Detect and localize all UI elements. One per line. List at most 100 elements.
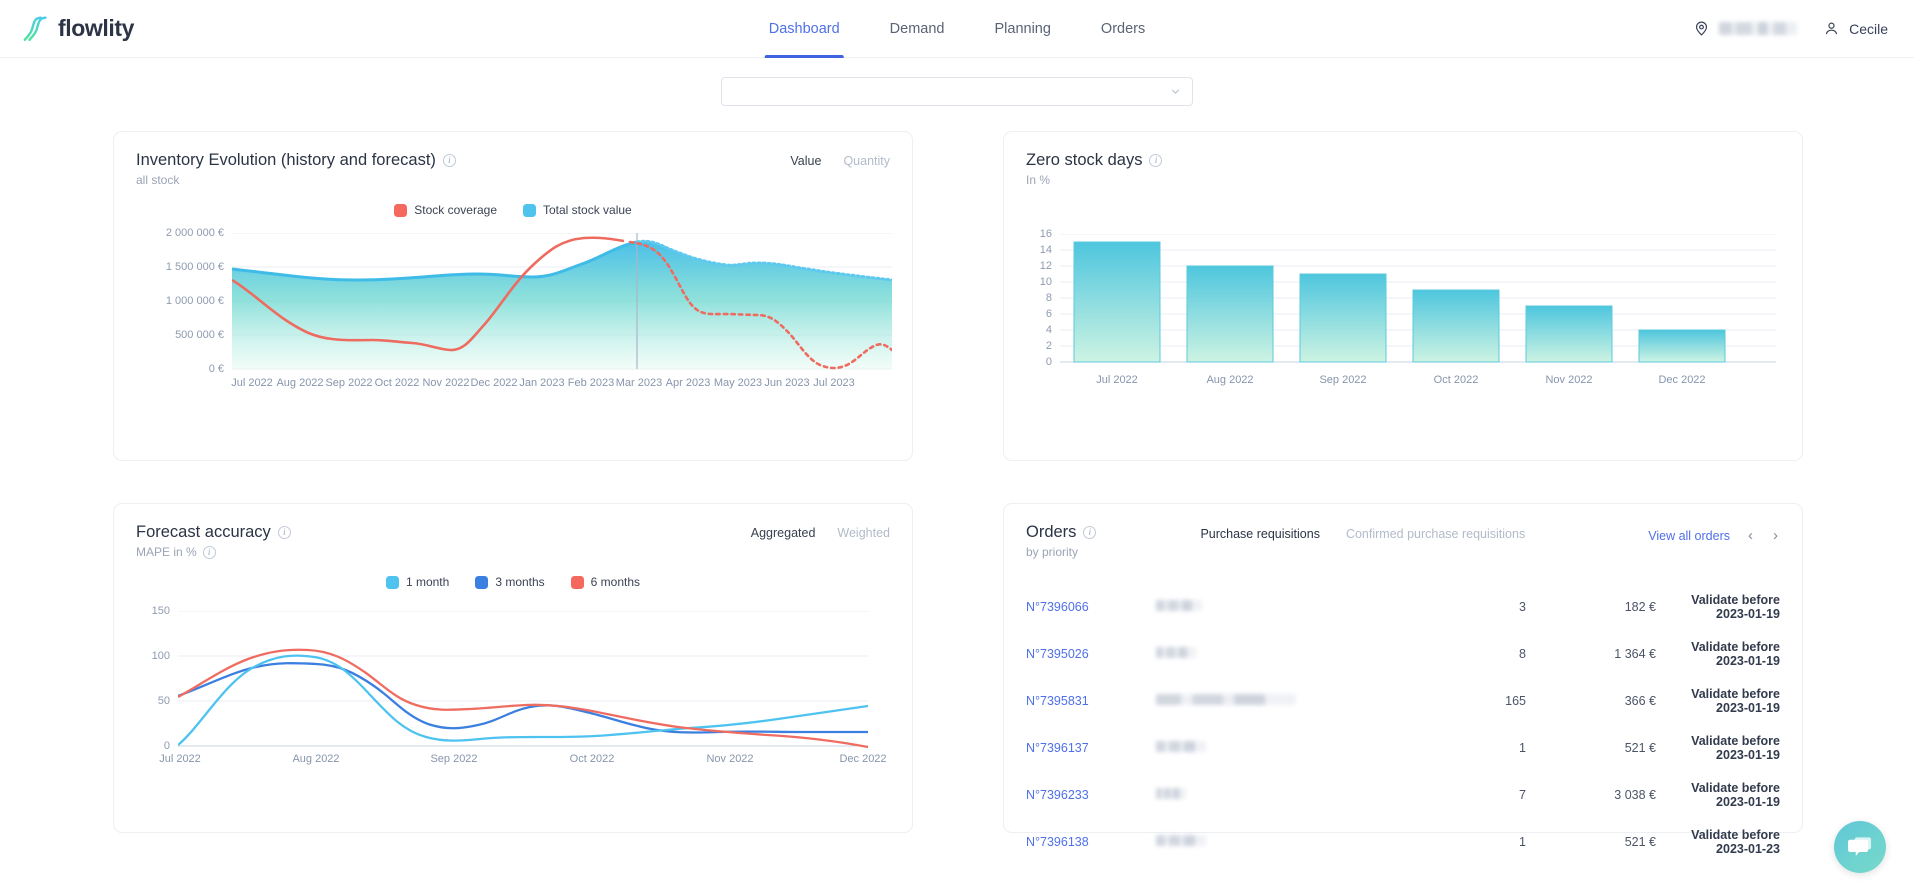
y-tick-label: 500 000 €: [175, 329, 224, 341]
order-name: [1156, 724, 1406, 771]
x-tick-label: Oct 2022: [374, 377, 420, 389]
order-amount: 521 €: [1624, 740, 1656, 755]
y-tick-label: 0: [163, 740, 170, 752]
order-amount: 1 364 €: [1614, 646, 1656, 661]
filter-bar: [0, 58, 1914, 106]
location-label: [1719, 22, 1798, 35]
aggregated-weighted-toggle: Aggregated Weighted: [751, 523, 890, 540]
forecast-legend: 1 month 3 months 6 months: [136, 575, 890, 589]
tab-quantity[interactable]: Quantity: [843, 154, 890, 168]
table-row[interactable]: N°7396233 7 3 038 € Validate before 2023…: [1026, 771, 1780, 818]
inventory-plot: [232, 233, 892, 370]
order-qty: 3: [1519, 599, 1526, 614]
table-row[interactable]: N°7396066 3 182 € Validate before 2023-0…: [1026, 583, 1780, 630]
chevron-left-icon[interactable]: ‹: [1746, 527, 1755, 544]
legend-item-total-stock-value[interactable]: Total stock value: [523, 203, 632, 217]
card-subtitle: MAPE in %: [136, 545, 197, 559]
info-icon[interactable]: i: [1149, 154, 1163, 167]
dashboard-grid: Inventory Evolution (history and forecas…: [0, 106, 1914, 856]
order-name: [1156, 583, 1406, 630]
map-pin-icon: [1696, 21, 1708, 36]
order-amount: 182 €: [1624, 599, 1656, 614]
legend-item-1-month[interactable]: 1 month: [385, 575, 449, 589]
x-tick-label: Nov 2022: [706, 753, 754, 765]
nav-item-dashboard[interactable]: Dashboard: [764, 0, 844, 58]
nav-item-orders[interactable]: Orders: [1101, 0, 1145, 58]
user-menu[interactable]: Cecile: [1823, 20, 1888, 37]
y-tick-label: 14: [1039, 244, 1052, 256]
x-tick-label: Apr 2023: [665, 377, 711, 389]
order-amount: 3 038 €: [1614, 787, 1656, 802]
card-header: Forecast accuracy i MAPE in % i Aggregat…: [136, 523, 890, 559]
user-icon: [1826, 22, 1838, 35]
nav-label: Dashboard: [768, 20, 840, 37]
main-nav: Dashboard Demand Planning Orders: [764, 0, 1145, 58]
dashboard-page: Inventory Evolution (history and forecas…: [0, 58, 1914, 856]
legend-item-6-months[interactable]: 6 months: [570, 575, 640, 589]
tab-weighted[interactable]: Weighted: [837, 526, 890, 540]
x-tick-label: Oct 2022: [1433, 374, 1479, 386]
scope-select[interactable]: [721, 77, 1193, 106]
order-id[interactable]: N°7395026: [1026, 630, 1156, 677]
brand-logo-area[interactable]: flowlity: [22, 14, 134, 44]
tab-confirmed-purchase-requisitions[interactable]: Confirmed purchase requisitions: [1346, 527, 1525, 541]
info-icon[interactable]: i: [442, 154, 456, 167]
card-subtitle: all stock: [136, 173, 180, 187]
orders-actions: View all orders ‹ ›: [1648, 523, 1780, 544]
table-row[interactable]: N°7396138 1 521 € Validate before 2023-0…: [1026, 818, 1780, 865]
user-name: Cecile: [1849, 20, 1888, 37]
inventory-legend: Stock coverage Total stock value: [136, 203, 890, 217]
info-icon[interactable]: i: [1083, 526, 1097, 539]
y-tick-label: 4: [1045, 324, 1052, 336]
order-status: Validate before 2023-01-19: [1691, 639, 1780, 668]
nav-item-planning[interactable]: Planning: [994, 0, 1050, 58]
order-id[interactable]: N°7396233: [1026, 771, 1156, 818]
legend-swatch-icon: [570, 575, 584, 589]
chat-widget-button[interactable]: [1834, 821, 1886, 873]
info-icon[interactable]: i: [277, 526, 291, 539]
top-navigation-bar: flowlity Dashboard Demand Planning Order…: [0, 0, 1914, 58]
nav-label: Demand: [889, 20, 945, 37]
x-tick-label: Jul 2022: [1096, 374, 1138, 386]
tab-purchase-requisitions[interactable]: Purchase requisitions: [1200, 527, 1320, 541]
card-header: Orders i by priority Purchase requisitio…: [1026, 523, 1780, 559]
zero-stock-plot: [1060, 234, 1776, 363]
location-selector[interactable]: [1693, 20, 1798, 37]
order-id[interactable]: N°7395831: [1026, 677, 1156, 724]
legend-label: 3 months: [495, 575, 545, 589]
x-tick-label: Dec 2022: [839, 753, 887, 765]
table-row[interactable]: N°7395026 8 1 364 € Validate before 2023…: [1026, 630, 1780, 677]
order-amount: 366 €: [1624, 693, 1656, 708]
forecast-plot: [178, 611, 868, 749]
info-icon[interactable]: i: [202, 545, 216, 559]
tab-value[interactable]: Value: [790, 154, 821, 168]
order-status: Validate before 2023-01-19: [1691, 780, 1780, 809]
order-id[interactable]: N°7396137: [1026, 724, 1156, 771]
order-amount: 521 €: [1624, 834, 1656, 849]
legend-item-3-months[interactable]: 3 months: [475, 575, 545, 589]
x-tick-label: Aug 2022: [1206, 374, 1254, 386]
chevron-right-icon[interactable]: ›: [1771, 527, 1780, 544]
card-title: Forecast accuracy: [136, 523, 271, 541]
tab-aggregated[interactable]: Aggregated: [751, 526, 816, 540]
order-status: Validate before 2023-01-19: [1691, 686, 1780, 715]
value-quantity-toggle: Value Quantity: [790, 151, 890, 168]
table-row[interactable]: N°7395831 165 366 € Validate before 2023…: [1026, 677, 1780, 724]
table-row[interactable]: N°7396137 1 521 € Validate before 2023-0…: [1026, 724, 1780, 771]
order-id[interactable]: N°7396066: [1026, 583, 1156, 630]
legend-swatch-icon: [523, 203, 536, 217]
nav-item-demand[interactable]: Demand: [890, 0, 945, 58]
view-all-orders-link[interactable]: View all orders: [1648, 529, 1730, 543]
page-title: Inventory Evolution (history and forecas…: [136, 151, 436, 169]
order-name: [1156, 818, 1406, 865]
legend-item-stock-coverage[interactable]: Stock coverage: [394, 203, 497, 217]
x-tick-label: Aug 2022: [292, 753, 340, 765]
zero-stock-chart: 16 14 12 10 8 6 4 2 0 Jul 2022 Aug 2022 …: [1026, 228, 1780, 422]
order-id[interactable]: N°7396138: [1026, 818, 1156, 865]
order-status: Validate before 2023-01-19: [1691, 733, 1780, 762]
orders-tabs: Purchase requisitions Confirmed purchase…: [1200, 523, 1525, 541]
x-tick-label: May 2023: [713, 377, 763, 389]
y-tick-label: 6: [1045, 308, 1052, 320]
x-tick-label: Mar 2023: [615, 377, 663, 389]
x-tick-label: Sep 2022: [1319, 374, 1367, 386]
